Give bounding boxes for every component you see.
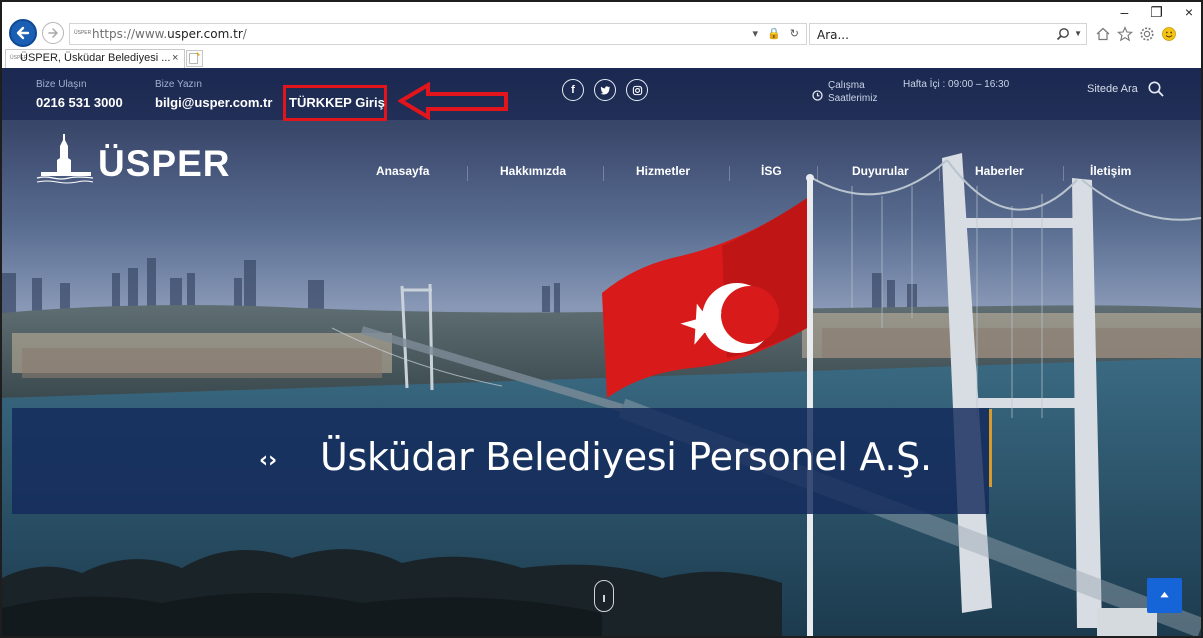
favorites-star-icon[interactable] — [1117, 26, 1133, 42]
nav-separator — [939, 166, 940, 181]
clock-icon — [812, 90, 823, 101]
nav-item-iletisim[interactable]: İletişim — [1090, 164, 1131, 178]
turkkep-login-link[interactable]: TÜRKKEP Giriş — [289, 95, 385, 110]
forward-arrow-icon — [48, 28, 58, 38]
address-bar[interactable]: ÜSPER https://www.usper.com.tr/ ▾ 🔒 ↻ — [69, 23, 807, 45]
tab-favicon-icon: ÜSPER — [10, 55, 28, 61]
url-text: https://www.usper.com.tr/ — [92, 27, 247, 41]
nav-item-haberler[interactable]: Haberler — [975, 164, 1024, 178]
main-navigation: Anasayfa Hakkımızda Hizmetler İSG Duyuru… — [2, 164, 1201, 186]
browser-search-box[interactable]: Ara... ▼ — [809, 23, 1087, 45]
minimize-button[interactable]: – — [1120, 4, 1128, 21]
window-controls: – ❐ × — [1120, 4, 1193, 21]
settings-gear-icon[interactable] — [1139, 26, 1155, 42]
back-to-top-button[interactable] — [1147, 578, 1182, 613]
code-brackets-icon: ‹› — [259, 448, 278, 473]
annotation-arrow-icon — [398, 82, 508, 120]
banner-accent-bar — [989, 409, 992, 487]
tab-strip: ÜSPER ÜSPER, Üsküdar Belediyesi ... × — [2, 49, 1201, 68]
nav-separator — [467, 166, 468, 181]
phone-number[interactable]: 0216 531 3000 — [36, 95, 123, 110]
nav-separator — [1063, 166, 1064, 181]
nav-separator — [729, 166, 730, 181]
facebook-icon[interactable]: f — [562, 79, 584, 101]
nav-item-duyurular[interactable]: Duyurular — [852, 164, 909, 178]
nav-separator — [817, 166, 818, 181]
home-icon[interactable] — [1095, 26, 1111, 42]
forward-button[interactable] — [42, 22, 64, 44]
search-icon[interactable] — [1056, 27, 1070, 41]
address-bar-icons[interactable]: ▾ 🔒 ↻ — [752, 27, 802, 40]
feedback-smiley-icon[interactable] — [1161, 26, 1177, 42]
nav-item-hizmetler[interactable]: Hizmetler — [636, 164, 690, 178]
url-prefix: https://www. — [92, 27, 168, 41]
nav-separator — [603, 166, 604, 181]
nav-item-anasayfa[interactable]: Anasayfa — [376, 164, 429, 178]
close-window-button[interactable]: × — [1185, 4, 1193, 21]
tab-usper[interactable]: ÜSPER ÜSPER, Üsküdar Belediyesi ... × — [5, 49, 185, 68]
back-button[interactable] — [9, 19, 37, 47]
search-dropdown-icon[interactable]: ▼ — [1074, 29, 1082, 38]
working-hours-label: Çalışma Saatlerimiz — [828, 80, 878, 104]
nav-item-hakkimizda[interactable]: Hakkımızda — [500, 164, 566, 178]
working-hours-value: Hafta İçi : 09:00 – 16:30 — [903, 79, 1010, 90]
screenshot-frame: ÜSPER https://www.usper.com.tr/ ▾ 🔒 ↻ Ar… — [0, 0, 1203, 638]
email-link[interactable]: bilgi@usper.com.tr — [155, 95, 272, 110]
site-favicon-icon: ÜSPER — [74, 30, 92, 36]
new-tab-icon — [189, 52, 200, 64]
browser-toolbar — [1095, 24, 1195, 44]
write-label: Bize Yazın — [155, 79, 202, 90]
browser-chrome: ÜSPER https://www.usper.com.tr/ ▾ 🔒 ↻ Ar… — [2, 2, 1201, 68]
nav-item-isg[interactable]: İSG — [761, 164, 782, 178]
browser-search-placeholder: Ara... — [817, 28, 849, 42]
web-page: Bize Ulaşın 0216 531 3000 Bize Yazın bil… — [2, 68, 1201, 636]
site-search-label[interactable]: Sitede Ara — [1087, 83, 1138, 95]
restore-button[interactable]: ❐ — [1150, 4, 1163, 21]
url-suffix: / — [242, 27, 247, 41]
contact-label: Bize Ulaşın — [36, 79, 87, 90]
tab-close-icon[interactable]: × — [172, 52, 178, 64]
twitter-icon[interactable] — [594, 79, 616, 101]
arrow-up-icon — [1160, 591, 1169, 598]
social-links: f — [562, 79, 648, 101]
instagram-icon[interactable] — [626, 79, 648, 101]
search-icon[interactable] — [1147, 80, 1165, 98]
hero-title: Üsküdar Belediyesi Personel A.Ş. — [320, 435, 932, 479]
new-tab-button[interactable] — [186, 50, 203, 67]
tab-title: ÜSPER, Üsküdar Belediyesi ... — [20, 52, 171, 64]
url-domain: usper.com.tr — [167, 27, 243, 41]
scroll-wheel-indicator — [603, 595, 605, 602]
back-arrow-icon — [16, 26, 30, 40]
